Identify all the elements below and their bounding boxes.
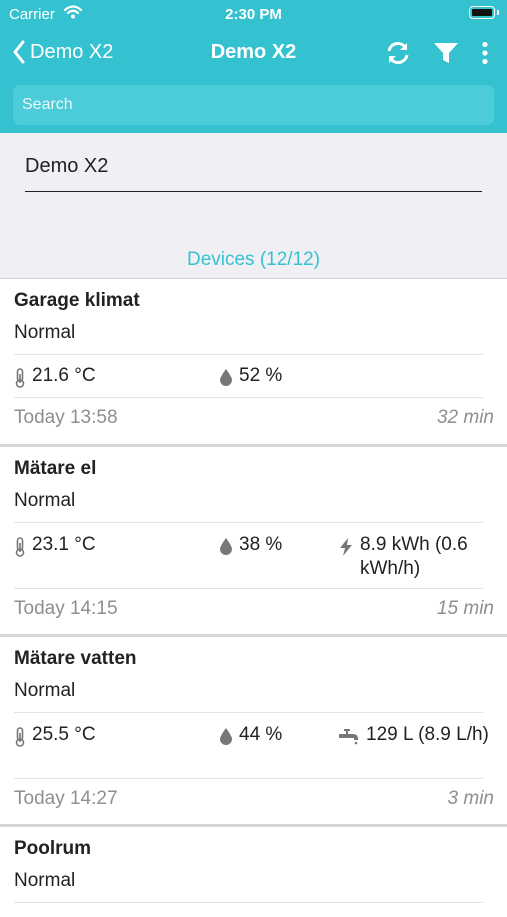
time-ago: 32 min <box>436 407 494 428</box>
search-bar <box>13 85 494 125</box>
thermometer-icon <box>15 368 25 388</box>
humidity-value: 44 % <box>239 724 283 745</box>
battery-tip <box>497 10 499 15</box>
device-card-matare-vatten[interactable]: Mätare vatten Normal 25.5 °C 44 % 129 L … <box>0 634 507 824</box>
time-ago: 15 min <box>436 598 494 619</box>
time-ago: 3 min <box>447 788 494 809</box>
temperature-value: 21.6 °C <box>32 365 96 386</box>
divider <box>14 354 483 355</box>
status-bar: Carrier 2:30 PM <box>0 0 507 28</box>
water-drop-icon <box>220 728 232 745</box>
more-vertical-icon <box>482 41 488 65</box>
battery-icon <box>469 6 495 19</box>
account-section: Demo X2 Devices (12/12) <box>0 133 507 278</box>
device-status: Normal <box>14 490 76 511</box>
last-updated-time: Today 13:58 <box>14 407 118 428</box>
humidity-reading: 44 % <box>219 723 282 747</box>
device-list: Garage klimat Normal 21.6 °C 52 % Today … <box>0 278 507 917</box>
temperature-value: 23.1 °C <box>32 534 96 555</box>
humidity-reading: 38 % <box>219 533 282 557</box>
nav-actions <box>363 40 489 66</box>
energy-value-line1: 8.9 kWh (0.6 <box>360 534 468 555</box>
temperature-value: 25.5 °C <box>32 724 96 745</box>
device-name: Poolrum <box>14 838 92 859</box>
device-card-poolrum[interactable]: Poolrum Normal <box>0 824 507 917</box>
last-updated-time: Today 14:27 <box>14 788 118 809</box>
divider <box>14 712 483 713</box>
thermometer-icon <box>15 537 25 557</box>
energy-value-line2: kWh/h) <box>360 558 421 579</box>
temperature-reading: 23.1 °C <box>14 533 96 557</box>
account-name[interactable]: Demo X2 <box>25 155 108 178</box>
lightning-bolt-icon <box>340 538 352 556</box>
filter-button[interactable] <box>433 41 459 65</box>
water-tap-icon <box>339 729 358 745</box>
temperature-reading: 25.5 °C <box>14 723 96 747</box>
back-button[interactable]: Demo X2 <box>12 40 113 64</box>
water-drop-icon <box>220 538 232 555</box>
app-header: Carrier 2:30 PM Demo X2 Demo X2 <box>0 0 507 133</box>
search-input[interactable] <box>13 85 494 125</box>
device-name: Mätare el <box>14 458 97 479</box>
temperature-reading: 21.6 °C <box>14 364 96 388</box>
divider <box>14 902 483 903</box>
water-reading: 129 L (8.9 L/h) <box>338 723 489 747</box>
device-card-matare-el[interactable]: Mätare el Normal 23.1 °C 38 % 8.9 kWh (0… <box>0 444 507 634</box>
devices-count-header: Devices (12/12) <box>186 249 321 270</box>
water-drop-icon <box>220 369 232 386</box>
refresh-button[interactable] <box>385 40 411 66</box>
thermometer-icon <box>15 727 25 747</box>
last-updated-time: Today 14:15 <box>14 598 118 619</box>
device-status: Normal <box>14 322 76 343</box>
more-options-button[interactable] <box>481 41 489 65</box>
divider <box>14 778 483 779</box>
device-card-garage-klimat[interactable]: Garage klimat Normal 21.6 °C 52 % Today … <box>0 278 507 444</box>
navigation-bar: Demo X2 Demo X2 <box>0 28 507 80</box>
humidity-value: 38 % <box>239 534 283 555</box>
device-status: Normal <box>14 680 76 701</box>
energy-reading: 8.9 kWh (0.6 kWh/h) <box>338 533 468 581</box>
humidity-value: 52 % <box>239 365 283 386</box>
filter-icon <box>434 43 458 63</box>
divider <box>14 397 483 398</box>
device-name: Garage klimat <box>14 290 140 311</box>
chevron-left-icon <box>13 40 25 64</box>
humidity-reading: 52 % <box>219 364 282 388</box>
status-time: 2:30 PM <box>225 6 282 23</box>
device-status: Normal <box>14 870 76 891</box>
water-value: 129 L (8.9 L/h) <box>366 724 489 745</box>
back-button-label: Demo X2 <box>30 40 114 63</box>
device-name: Mätare vatten <box>14 648 137 669</box>
refresh-icon <box>387 42 409 64</box>
divider <box>14 522 483 523</box>
account-underline <box>25 191 482 192</box>
divider <box>14 588 483 589</box>
energy-value: 8.9 kWh (0.6 kWh/h) <box>360 533 468 581</box>
